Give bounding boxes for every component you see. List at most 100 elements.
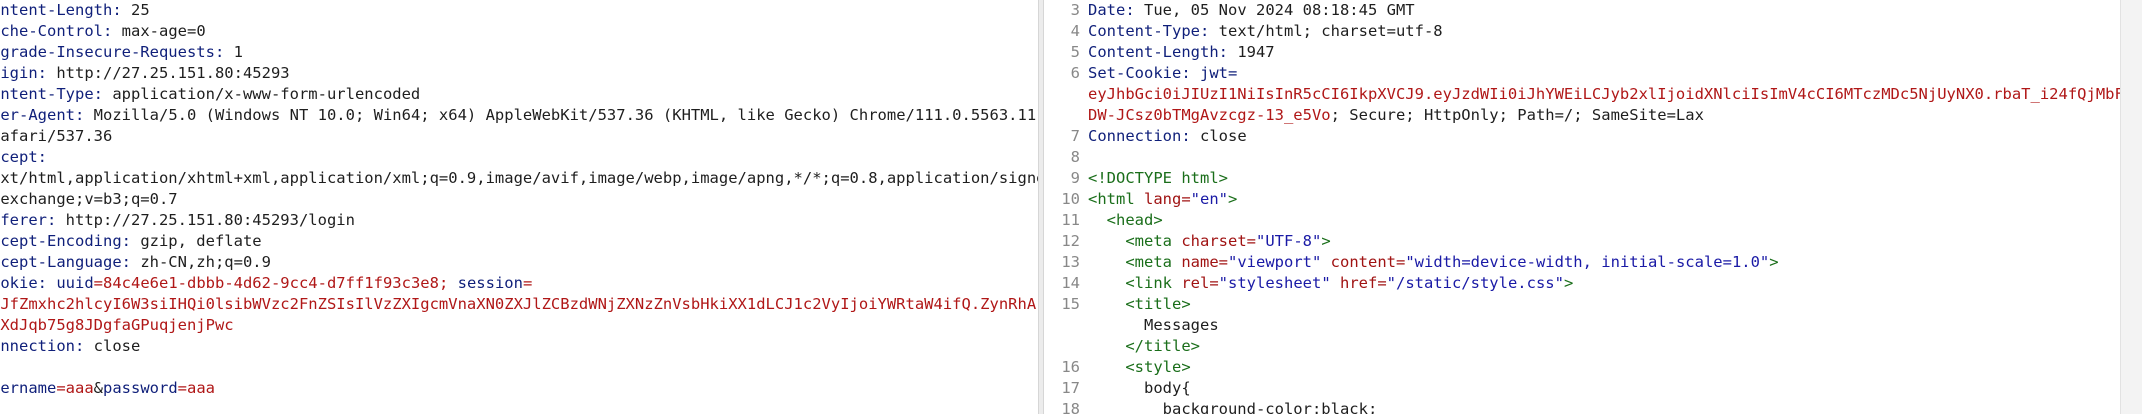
- response-header-line[interactable]: 7 Connection: close: [1042, 126, 2120, 147]
- header-name: Content-Length:: [1088, 43, 1228, 61]
- header-value: http://27.25.151.80:45293/login: [56, 211, 355, 229]
- cookie-name: jwt=: [1190, 64, 1238, 82]
- request-header-line[interactable]: Safari/537.36: [0, 126, 1038, 147]
- title-close-tag: </title>: [1125, 337, 1200, 355]
- jwt-continuation-line[interactable]: DW-JCsz0bTMgAvzcgz-13_e5Vo; Secure; Http…: [1042, 105, 2120, 126]
- line-number: 3: [1070, 1, 1080, 19]
- header-name: Content-Type:: [1088, 22, 1210, 40]
- cookie-value: YXdJqb75g8JDgfaGPuqjenjPwc: [0, 316, 234, 334]
- header-value: 1: [224, 43, 243, 61]
- line-number: 8: [1070, 148, 1080, 166]
- header-value: gzip, deflate: [130, 232, 262, 250]
- code-line[interactable]: </title>: [1042, 336, 2120, 357]
- attr-name: charset=: [1172, 232, 1256, 250]
- param-value: =aaa: [56, 379, 94, 397]
- request-header-line[interactable]: onnection: close: [0, 336, 1038, 357]
- request-header-line[interactable]: ccept:: [0, 147, 1038, 168]
- cookie-header-line[interactable]: ookie: uuid=84c4e6e1-dbbb-4d62-9cc4-d7ff…: [0, 273, 1038, 294]
- cookie-value: =: [522, 274, 533, 292]
- request-editor-pane[interactable]: ontent-Length: 25 ache-Control: max-age=…: [0, 0, 1038, 414]
- cookie-continuation-line[interactable]: yJfZmxhc2hlcyI6W3siIHQi0lsibWVzc2FnZSIsI…: [0, 294, 1038, 315]
- request-header-line[interactable]: pgrade-Insecure-Requests: 1: [0, 42, 1038, 63]
- response-header-line[interactable]: 4 Content-Type: text/html; charset=utf-8: [1042, 21, 2120, 42]
- header-name: ontent-Length:: [0, 1, 122, 19]
- code-line[interactable]: 13 <meta name="viewport" content="width=…: [1042, 252, 2120, 273]
- request-header-line[interactable]: ontent-Type: application/x-www-form-urle…: [0, 84, 1038, 105]
- jwt-value: eyJhbGci0iJIUzI1NiIsInR5cCI6IkpXVCJ9.eyJ…: [1088, 85, 2120, 103]
- attr-value: "en": [1190, 190, 1228, 208]
- request-header-line[interactable]: ser-Agent: Mozilla/5.0 (Windows NT 10.0;…: [0, 105, 1038, 126]
- attr-name: lang=: [1134, 190, 1191, 208]
- param-value: =aaa: [177, 379, 215, 397]
- html-tag: <html: [1088, 190, 1135, 208]
- cookie-continuation-line[interactable]: YXdJqb75g8JDgfaGPuqjenjPwc: [0, 315, 1038, 336]
- blank-line: 8: [1042, 147, 2120, 168]
- line-number: 11: [1061, 211, 1080, 229]
- code-line[interactable]: Messages: [1042, 315, 2120, 336]
- title-text: Messages: [1144, 316, 1219, 334]
- vertical-scrollbar[interactable]: [2120, 0, 2142, 414]
- line-number: 15: [1061, 295, 1080, 313]
- css-selector: body{: [1144, 379, 1191, 397]
- request-header-line[interactable]: ontent-Length: 25: [0, 0, 1038, 21]
- request-body-line[interactable]: sername=aaa&password=aaa: [0, 378, 1038, 399]
- code-line[interactable]: 15 <title>: [1042, 294, 2120, 315]
- header-name: ookie:: [0, 274, 47, 292]
- cookie-name: session: [457, 274, 523, 292]
- code-line[interactable]: 10 <html lang="en">: [1042, 189, 2120, 210]
- cookie-name: uuid: [47, 274, 94, 292]
- header-value: Mozilla/5.0 (Windows NT 10.0; Win64; x64…: [84, 106, 1038, 124]
- request-header-line[interactable]: ccept-Language: zh-CN,zh;q=0.9: [0, 252, 1038, 273]
- line-number: 17: [1061, 379, 1080, 397]
- style-tag: <style>: [1125, 358, 1191, 376]
- header-name: eferer:: [0, 211, 57, 229]
- code-line[interactable]: 12 <meta charset="UTF-8">: [1042, 231, 2120, 252]
- jwt-continuation-line[interactable]: eyJhbGci0iJIUzI1NiIsInR5cCI6IkpXVCJ9.eyJ…: [1042, 84, 2120, 105]
- header-name: onnection:: [0, 337, 85, 355]
- request-header-line[interactable]: ccept-Encoding: gzip, deflate: [0, 231, 1038, 252]
- cookie-value: yJfZmxhc2hlcyI6W3siIHQi0lsibWVzc2FnZSIsI…: [0, 295, 1038, 313]
- attr-name: href=: [1330, 274, 1387, 292]
- cookie-attributes: ; Secure; HttpOnly; Path=/; SameSite=Lax: [1330, 106, 1704, 124]
- response-editor-pane[interactable]: 3 Date: Tue, 05 Nov 2024 08:18:45 GMT 4 Co…: [1042, 0, 2120, 414]
- code-line[interactable]: 18 background-color:black;: [1042, 399, 2120, 414]
- header-name: ccept-Encoding:: [0, 232, 131, 250]
- header-name: ccept-Language:: [0, 253, 131, 271]
- param-separator: &: [93, 379, 103, 397]
- response-header-line[interactable]: 3 Date: Tue, 05 Nov 2024 08:18:45 GMT: [1042, 0, 2120, 21]
- tag-close: >: [1228, 190, 1238, 208]
- code-line[interactable]: 16 <style>: [1042, 357, 2120, 378]
- title-tag: <title>: [1125, 295, 1191, 313]
- line-number: 9: [1070, 169, 1080, 187]
- header-value: Tue, 05 Nov 2024 08:18:45 GMT: [1134, 1, 1415, 19]
- attr-value: "UTF-8": [1256, 232, 1322, 250]
- param-name: password: [103, 379, 178, 397]
- line-number: 12: [1061, 232, 1080, 250]
- header-name: rigin:: [0, 64, 47, 82]
- meta-tag: <meta: [1125, 232, 1172, 250]
- header-value: max-age=0: [112, 22, 206, 40]
- attr-name: name=: [1172, 253, 1228, 271]
- attr-value: "/static/style.css": [1386, 274, 1564, 292]
- request-header-line[interactable]: ache-Control: max-age=0: [0, 21, 1038, 42]
- request-header-line[interactable]: ext/html,application/xhtml+xml,applicati…: [0, 168, 1038, 189]
- line-number: 14: [1061, 274, 1080, 292]
- header-name: Set-Cookie:: [1088, 64, 1191, 82]
- tag-close: >: [1321, 232, 1331, 250]
- code-line[interactable]: 17 body{: [1042, 378, 2120, 399]
- doctype: <!DOCTYPE html>: [1088, 169, 1228, 187]
- code-line[interactable]: 14 <link rel="stylesheet" href="/static/…: [1042, 273, 2120, 294]
- request-header-line[interactable]: eferer: http://27.25.151.80:45293/login: [0, 210, 1038, 231]
- request-header-line[interactable]: -exchange;v=b3;q=0.7: [0, 189, 1038, 210]
- code-line[interactable]: 9 <!DOCTYPE html>: [1042, 168, 2120, 189]
- tag-close: >: [1769, 253, 1779, 271]
- request-header-line[interactable]: rigin: http://27.25.151.80:45293: [0, 63, 1038, 84]
- header-name: ccept:: [0, 148, 47, 166]
- set-cookie-line[interactable]: 6 Set-Cookie: jwt=: [1042, 63, 2120, 84]
- header-name: ache-Control:: [0, 22, 113, 40]
- header-name: Date:: [1088, 1, 1135, 19]
- response-header-line[interactable]: 5 Content-Length: 1947: [1042, 42, 2120, 63]
- line-number: 18: [1061, 400, 1080, 414]
- code-line[interactable]: 11 <head>: [1042, 210, 2120, 231]
